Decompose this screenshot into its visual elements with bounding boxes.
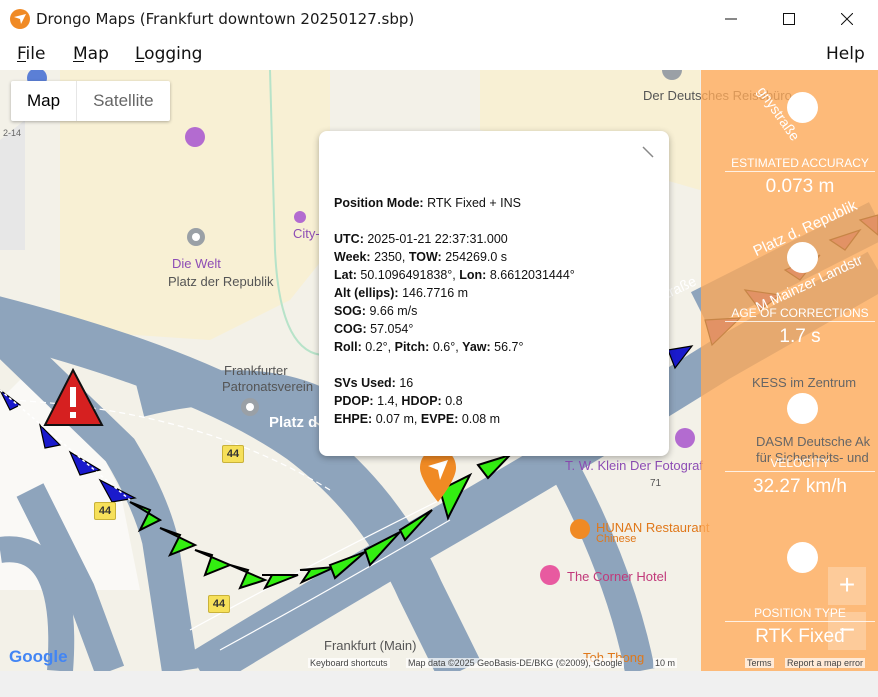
route-shield: 44 <box>94 502 116 520</box>
utc-row: UTC: 2025-01-21 22:37:31.000 <box>334 232 508 246</box>
poi-kess[interactable]: KESS im Zentrum <box>752 375 856 390</box>
maximize-icon <box>783 13 795 25</box>
maximize-button[interactable] <box>760 0 818 38</box>
week-row: Week: 2350, TOW: 254269.0 s <box>334 250 508 264</box>
scale-label: 10 m <box>653 658 678 668</box>
position-type-indicator-dot <box>787 542 818 573</box>
menu-help[interactable]: Help <box>826 44 865 64</box>
map-type-map-button[interactable]: Map <box>11 81 78 121</box>
poi-tw-klein[interactable]: T. W. Klein Der Fotograf <box>565 458 703 473</box>
map-view[interactable]: Map Satellite 44 44 44 2-14 Der Deutsche… <box>0 70 878 671</box>
google-logo[interactable]: Google <box>9 647 68 667</box>
edge-label: 2-14 <box>3 128 22 138</box>
minimize-icon <box>725 18 737 20</box>
status-panel: gnystraße Platz d. Republik M Mainzer La… <box>701 70 878 671</box>
house-number: 71 <box>650 478 662 489</box>
position-mode-row: Position Mode: RTK Fixed + INS <box>334 196 521 210</box>
corrections-value: 1.7 s <box>779 326 821 347</box>
close-icon[interactable] <box>641 145 655 159</box>
poi-hunan-category: Chinese <box>596 533 637 545</box>
app-logo-icon <box>10 9 30 29</box>
dop-row: PDOP: 1.4, HDOP: 0.8 <box>334 394 463 408</box>
attitude-row: Roll: 0.2°, Pitch: 0.6°, Yaw: 56.7° <box>334 340 524 354</box>
sog-row: SOG: 9.66 m/s <box>334 304 418 318</box>
poi-frankfurt-main[interactable]: Frankfurt (Main) <box>324 638 416 653</box>
title-bar: Drongo Maps (Frankfurt downtown 20250127… <box>0 0 878 38</box>
latlon-row: Lat: 50.1096491838°, Lon: 8.6612031444° <box>334 268 575 282</box>
velocity-indicator-dot <box>787 393 818 424</box>
poi-dasm-line1[interactable]: DASM Deutsche Ak <box>756 434 870 449</box>
window-title: Drongo Maps (Frankfurt downtown 20250127… <box>36 10 415 28</box>
minimize-button[interactable] <box>702 0 760 38</box>
accuracy-indicator-dot <box>787 92 818 123</box>
poi-city[interactable]: City- <box>293 226 320 241</box>
terms-link[interactable]: Terms <box>745 658 774 668</box>
altitude-row: Alt (ellips): 146.7716 m <box>334 286 469 300</box>
map-type-control: Map Satellite <box>11 81 170 121</box>
keyboard-shortcuts-link[interactable]: Keyboard shortcuts <box>308 658 390 668</box>
velocity-label: VELOCITY <box>725 456 875 472</box>
poi-patronat-line1[interactable]: Frankfurter <box>224 363 288 378</box>
svs-row: SVs Used: 16 <box>334 376 414 390</box>
corrections-label: AGE OF CORRECTIONS <box>725 306 875 322</box>
route-shield: 44 <box>222 445 244 463</box>
map-type-satellite-button[interactable]: Satellite <box>77 81 169 121</box>
menu-bar: File Map Logging Help <box>0 38 878 70</box>
position-info-popup: Position Mode: RTK Fixed + INS UTC: 2025… <box>319 131 669 456</box>
cog-row: COG: 57.054° <box>334 322 414 336</box>
accuracy-value: 0.073 m <box>765 176 835 197</box>
corrections-indicator-dot <box>787 242 818 273</box>
menu-logging[interactable]: Logging <box>135 44 202 64</box>
road-label-platz: Platz d <box>269 414 318 431</box>
zoom-in-button[interactable]: + <box>828 567 866 605</box>
map-data-attribution: Map data ©2025 GeoBasis-DE/BKG (©2009), … <box>406 658 625 668</box>
close-icon <box>841 13 853 25</box>
velocity-value: 32.27 km/h <box>753 476 847 497</box>
poi-die-welt[interactable]: Die Welt <box>172 256 221 271</box>
zoom-out-button[interactable]: − <box>828 612 866 650</box>
poi-platz-der-republik[interactable]: Platz der Republik <box>168 274 274 289</box>
poi-corner-hotel[interactable]: The Corner Hotel <box>567 569 667 584</box>
poi-patronat-line2[interactable]: Patronatsverein <box>222 379 313 394</box>
close-window-button[interactable] <box>818 0 876 38</box>
report-map-error-link[interactable]: Report a map error <box>785 658 866 668</box>
status-bar <box>0 671 878 697</box>
accuracy-label: ESTIMATED ACCURACY <box>725 156 875 172</box>
error-row: EHPE: 0.07 m, EVPE: 0.08 m <box>334 412 501 426</box>
route-shield: 44 <box>208 595 230 613</box>
